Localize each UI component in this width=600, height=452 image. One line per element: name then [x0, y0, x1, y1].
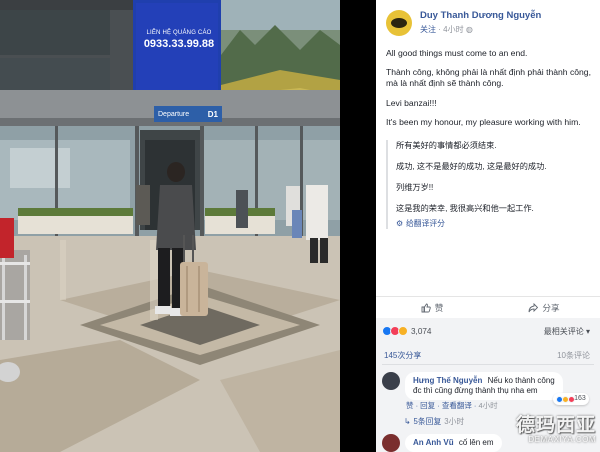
post-paragraph: All good things must come to an end. — [386, 48, 528, 58]
translation-line: 这是我的荣幸, 我很高兴和他一起工作. — [396, 204, 534, 213]
author-avatar[interactable] — [386, 10, 412, 36]
airport-scene — [0, 0, 340, 452]
airport-photo: LIÊN HỆ QUẢNG CÁO 0933.33.99.88 Departur… — [0, 0, 340, 452]
comment: An Anh Vũ cố lên em — [382, 434, 502, 452]
comment-count[interactable]: 10条评论 — [557, 350, 590, 361]
haha-reaction-icon — [398, 326, 408, 336]
post-paragraph: Thành công, không phải là nhất định phải… — [386, 67, 591, 89]
comment-like-link[interactable]: 赞 — [406, 401, 414, 410]
thumbs-up-icon — [421, 303, 431, 312]
comment-bubble: Hưng Thế Nguyễn Nếu ko thành công đc thì… — [405, 372, 589, 405]
comment: Hưng Thế Nguyễn Nếu ko thành công đc thì… — [382, 372, 589, 405]
commenter-name[interactable]: Hưng Thế Nguyễn — [413, 376, 482, 385]
post-header: Duy Thanh Dương Nguyễn 关注 · 4小时 ◍ — [386, 10, 541, 36]
post-meta: 关注 · 4小时 ◍ — [420, 24, 541, 36]
comment-actions: 赞 · 回复 · 查看翻译 · 4小时 — [406, 401, 498, 410]
billboard-phone: 0933.33.99.88 — [143, 38, 215, 50]
reply-arrow-icon: ↳ — [404, 417, 411, 426]
comment-sort-dropdown[interactable]: 最相关评论 ▾ — [544, 326, 590, 337]
comment-reaction-count: 163 — [574, 395, 586, 402]
reaction-summary[interactable]: 3,074 — [382, 326, 432, 336]
comment-text: Nếu ko thành công — [487, 376, 555, 385]
like-label: 赞 — [434, 302, 444, 313]
author-name[interactable]: Duy Thanh Dương Nguyễn — [420, 10, 541, 22]
comment-time[interactable]: 4小时 — [479, 401, 498, 410]
translation-line: 列维万岁!! — [396, 183, 434, 192]
view-replies-link[interactable]: ↳ 5条回复 3小时 — [404, 416, 464, 427]
viewer-gutter — [340, 0, 376, 452]
divider — [382, 364, 594, 365]
globe-icon: ◍ — [465, 25, 473, 34]
comment-reply-link[interactable]: 回复 — [420, 401, 435, 410]
departure-sign: Departure D1 — [154, 106, 222, 122]
see-translation-link[interactable]: 查看翻译 — [442, 401, 472, 410]
gear-icon: ⚙ — [396, 219, 403, 228]
share-label: 分享 — [542, 302, 560, 313]
gate-label: D1 — [207, 109, 218, 119]
post-timestamp[interactable]: 4小时 — [443, 25, 463, 34]
commenter-avatar[interactable] — [382, 434, 400, 452]
share-button[interactable]: 分享 — [488, 297, 600, 318]
post-body: All good things must come to an end. Thà… — [386, 48, 594, 136]
like-button[interactable]: 赞 — [376, 297, 488, 318]
watermark-main: 德玛西亚 — [515, 414, 596, 436]
comment-reactions[interactable]: 163 — [553, 393, 589, 405]
post-panel: Duy Thanh Dương Nguyễn 关注 · 4小时 ◍ All go… — [376, 0, 600, 452]
caret-down-icon: ▾ — [585, 327, 590, 336]
departure-sign-label: Departure — [158, 110, 190, 118]
commenter-name[interactable]: An Anh Vũ — [413, 438, 454, 447]
replies-label: 5条回复 — [413, 417, 442, 426]
commenter-avatar[interactable] — [382, 372, 400, 390]
post-paragraph: Levi banzai!!! — [386, 97, 437, 108]
reaction-count: 3,074 — [411, 326, 432, 336]
comment-text-line2: đc thì cũng đừng thành thụ nha em — [413, 386, 538, 395]
share-icon — [528, 302, 539, 312]
watermark-sub: DEMAXIYA.COM — [528, 435, 596, 444]
rate-translation-link[interactable]: ⚙ 给翻译评分 — [396, 218, 591, 229]
billboard-label: LIÊN HỆ QUẢNG CÁO — [146, 30, 212, 36]
post-paragraph: It's been my honour, my pleasure working… — [386, 116, 581, 127]
rate-translation-label: 给翻译评分 — [406, 219, 445, 228]
meta-separator: · — [438, 25, 441, 34]
comment-text: cố lên em — [458, 438, 494, 447]
translation-line: 成功, 这不是最好的成功, 这是最好的成功. — [396, 162, 547, 171]
replies-time: 3小时 — [444, 417, 465, 426]
share-count[interactable]: 145次分享 — [384, 350, 421, 361]
translation-line: 所有美好的事情都必须结束. — [396, 141, 497, 150]
comment-bubble: An Anh Vũ cố lên em — [405, 434, 502, 452]
watermark: 德玛西亚 DEMAXIYA.COM — [516, 410, 596, 444]
follow-link[interactable]: 关注 — [420, 25, 436, 34]
translation-block: 所有美好的事情都必须结束. 成功, 这不是最好的成功, 这是最好的成功. 列维万… — [386, 140, 591, 229]
post-actions: 赞 分享 — [376, 296, 600, 318]
sort-label: 最相关评论 — [543, 327, 584, 336]
